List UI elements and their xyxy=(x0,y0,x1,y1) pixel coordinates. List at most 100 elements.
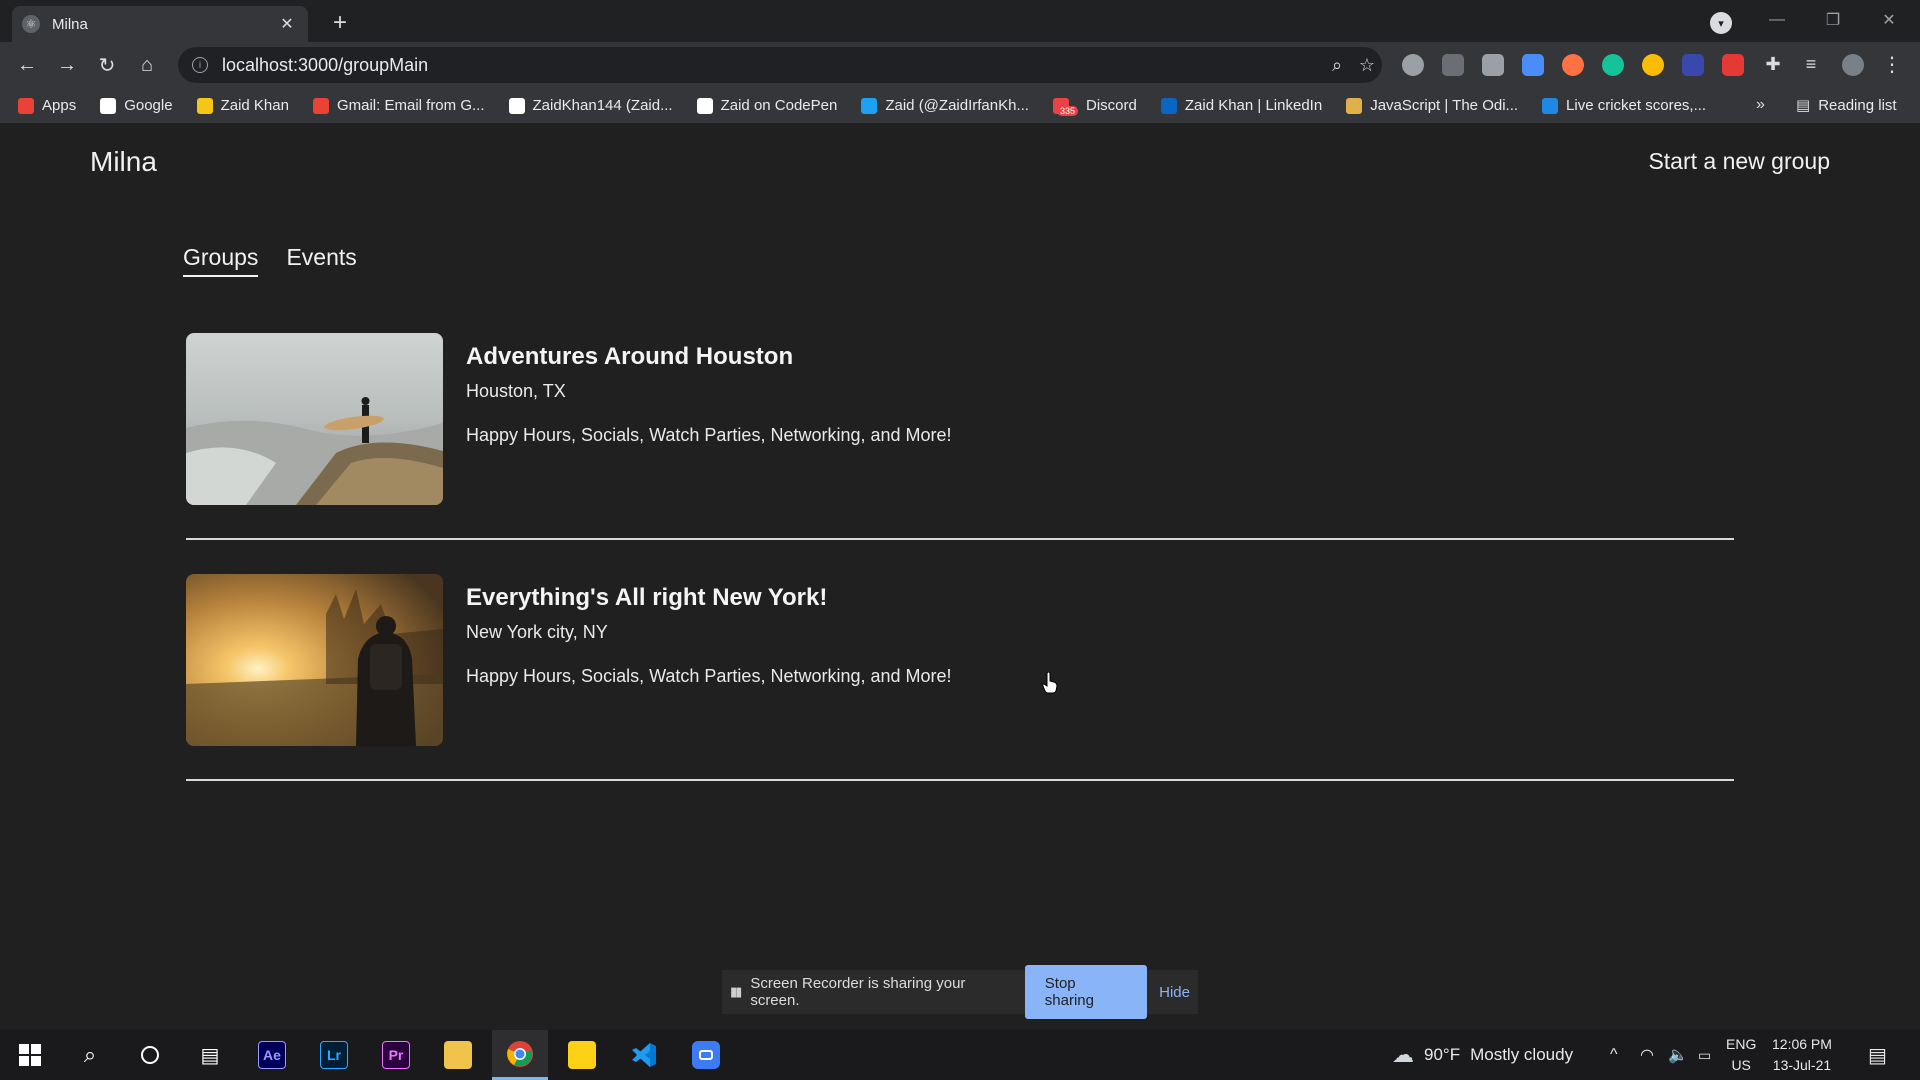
extension-icon[interactable] xyxy=(1682,54,1704,76)
tab-groups[interactable]: Groups xyxy=(183,244,259,277)
extension-icon[interactable] xyxy=(1722,54,1744,76)
extension-icon[interactable] xyxy=(1402,54,1424,76)
extension-icon[interactable] xyxy=(1562,54,1584,76)
premiere-icon[interactable]: Pr xyxy=(368,1030,424,1080)
bookmark-item[interactable]: Live cricket scores,... xyxy=(1542,97,1706,114)
battery-icon[interactable]: ▭ xyxy=(1698,1030,1711,1080)
system-clock[interactable]: 12:06 PM 13-Jul-21 xyxy=(1772,1034,1832,1076)
bookmark-label: Discord xyxy=(1086,97,1137,114)
hand-cursor-icon xyxy=(1042,672,1058,694)
grammarly-icon[interactable] xyxy=(1602,54,1624,76)
reading-list-label: Reading list xyxy=(1818,96,1897,114)
sticky-notes-icon[interactable] xyxy=(554,1030,610,1080)
new-tab-button[interactable]: + xyxy=(326,9,354,37)
lightroom-icon[interactable]: Lr xyxy=(306,1030,362,1080)
bookmark-item[interactable]: Google xyxy=(100,97,173,114)
bookmark-item[interactable]: Apps xyxy=(18,97,76,114)
odin-icon xyxy=(1346,97,1363,114)
bookmark-label: Google xyxy=(124,97,173,114)
volume-icon[interactable]: 🔈 xyxy=(1668,1030,1688,1080)
language-indicator[interactable]: ENG US xyxy=(1726,1034,1756,1076)
group-card[interactable]: Adventures Around Houston Houston, TX Ha… xyxy=(186,333,1734,505)
bookmark-star-icon[interactable]: ☆ xyxy=(1352,55,1382,76)
browser-tab-milna[interactable]: ⚛ Milna ✕ xyxy=(12,6,308,42)
group-location: New York city, NY xyxy=(466,622,608,642)
share-message: Screen Recorder is sharing your screen. xyxy=(750,975,966,1009)
vscode-icon[interactable] xyxy=(616,1030,672,1080)
group-title[interactable]: Everything's All right New York! xyxy=(466,584,827,612)
group-location: Houston, TX xyxy=(466,381,566,401)
github-icon xyxy=(508,97,525,114)
wifi-icon[interactable]: ◠ xyxy=(1640,1030,1654,1080)
url-text[interactable]: localhost:3000/groupMain xyxy=(222,55,1322,76)
home-icon[interactable]: ⌂ xyxy=(132,50,162,80)
bookmark-item[interactable]: Gmail: Email from G... xyxy=(312,97,485,114)
apps-grid-icon xyxy=(18,97,34,114)
shield-icon[interactable] xyxy=(1442,54,1464,76)
bookmark-item[interactable]: Zaid (@ZaidIrfanKh... xyxy=(861,97,1029,114)
after-effects-icon[interactable]: Ae xyxy=(244,1030,300,1080)
reload-icon[interactable]: ↻ xyxy=(92,50,122,80)
start-new-group-link[interactable]: Start a new group xyxy=(1648,148,1830,175)
reading-list-icon: ▤ xyxy=(1796,97,1811,114)
media-control-icon[interactable]: ≡ xyxy=(1800,54,1822,76)
weather-temp: 90°F xyxy=(1424,1045,1461,1064)
forward-arrow-icon[interactable]: → xyxy=(52,50,82,80)
screen-share-bar: ▮▮ Screen Recorder is sharing your scree… xyxy=(722,965,1198,1019)
bookmark-item[interactable]: 335 Discord xyxy=(1052,96,1137,116)
react-favicon-icon: ⚛ xyxy=(22,15,40,33)
restore-icon[interactable]: ❐ xyxy=(1810,6,1856,34)
bookmark-item[interactable]: Zaid Khan | LinkedIn xyxy=(1160,97,1322,114)
bookmark-item[interactable]: Zaid on CodePen xyxy=(696,97,837,114)
z-logo-icon xyxy=(196,97,213,114)
reading-list-button[interactable]: ▤ Reading list xyxy=(1796,96,1897,115)
tab-search-icon[interactable]: ▾ xyxy=(1710,12,1732,34)
close-icon[interactable]: ✕ xyxy=(276,13,298,35)
notification-badge: 335 xyxy=(1056,105,1078,116)
cortana-icon[interactable] xyxy=(122,1030,178,1080)
chrome-icon[interactable] xyxy=(492,1030,548,1080)
puzzle-icon[interactable]: ✚ xyxy=(1762,54,1784,76)
group-card[interactable]: Everything's All right New York! New Yor… xyxy=(186,574,1734,746)
google-icon xyxy=(100,97,117,114)
group-description: Happy Hours, Socials, Watch Parties, Net… xyxy=(466,666,952,686)
notifications-icon[interactable]: ▤ xyxy=(1868,1030,1887,1080)
file-explorer-icon[interactable] xyxy=(430,1030,486,1080)
cloud-icon: ☁ xyxy=(1392,1042,1414,1067)
window-close-icon[interactable]: ✕ xyxy=(1866,6,1912,34)
minimize-icon[interactable]: — xyxy=(1754,6,1800,34)
chevron-up-icon[interactable]: ^ xyxy=(1610,1030,1618,1080)
screen-recorder-icon[interactable] xyxy=(678,1030,734,1080)
extension-icon[interactable] xyxy=(1482,54,1504,76)
bookmark-label: Apps xyxy=(42,97,77,114)
screen-recorder-icon[interactable] xyxy=(1522,54,1544,76)
twitter-icon xyxy=(861,97,878,114)
globe-icon xyxy=(1542,97,1559,114)
color-picker-icon[interactable] xyxy=(1642,54,1664,76)
page-tabs: Groups Events xyxy=(183,244,357,277)
bookmark-item[interactable]: JavaScript | The Odi... xyxy=(1346,97,1518,114)
weather-widget[interactable]: ☁ 90°F Mostly cloudy xyxy=(1392,1030,1573,1080)
group-title[interactable]: Adventures Around Houston xyxy=(466,343,793,371)
page-content: Milna Start a new group Groups Events Ad… xyxy=(0,124,1920,1030)
back-arrow-icon[interactable]: ← xyxy=(12,50,42,80)
search-icon[interactable]: ⌕ xyxy=(62,1030,118,1080)
zoom-icon[interactable]: ⌕ xyxy=(1322,55,1352,76)
hide-button[interactable]: Hide xyxy=(1159,984,1190,1001)
bookmark-label: Gmail: Email from G... xyxy=(336,97,485,114)
bookmark-label: ZaidKhan144 (Zaid... xyxy=(532,97,673,114)
bookmark-item[interactable]: Zaid Khan xyxy=(196,97,289,114)
tab-events[interactable]: Events xyxy=(286,244,356,277)
address-bar[interactable]: i localhost:3000/groupMain ⌕ ☆ xyxy=(178,47,1382,83)
site-info-icon[interactable]: i xyxy=(192,57,208,73)
bookmark-label: JavaScript | The Odi... xyxy=(1370,97,1519,114)
bookmark-label: Zaid (@ZaidIrfanKh... xyxy=(885,97,1029,114)
windows-start-icon[interactable] xyxy=(2,1030,58,1080)
bookmark-item[interactable]: ZaidKhan144 (Zaid... xyxy=(508,97,673,114)
profile-avatar[interactable] xyxy=(1842,54,1864,76)
bookmarks-more-button[interactable]: » xyxy=(1756,96,1765,114)
menu-icon[interactable]: ⋮ xyxy=(1882,52,1902,77)
brand-logo[interactable]: Milna xyxy=(90,146,157,178)
task-view-icon[interactable]: ▤ xyxy=(182,1030,238,1080)
stop-sharing-button[interactable]: Stop sharing xyxy=(1024,965,1148,1019)
